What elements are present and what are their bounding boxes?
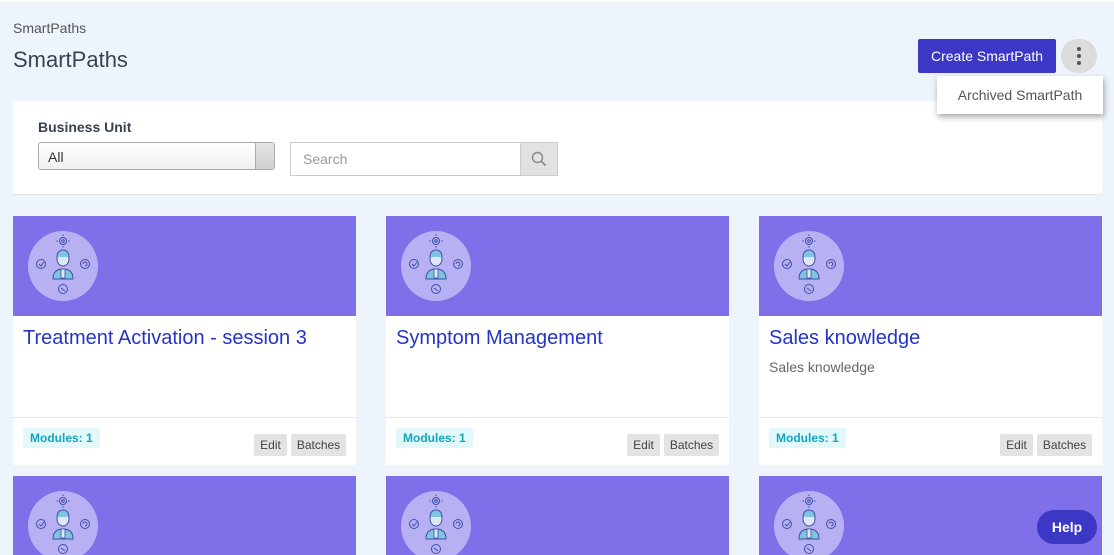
card-banner (13, 216, 356, 316)
more-options-menu: Archived SmartPath (937, 76, 1103, 114)
card-title[interactable]: Symptom Management (396, 327, 603, 350)
select-arrow-icon (255, 143, 274, 169)
smartpath-avatar-icon (774, 231, 844, 301)
smartpath-card: Sales knowledge Sales knowledge Modules:… (759, 216, 1102, 465)
card-title[interactable]: Sales knowledge (769, 327, 920, 350)
edit-button[interactable]: Edit (627, 434, 660, 456)
edit-button[interactable]: Edit (254, 434, 287, 456)
card-banner (13, 476, 356, 555)
archived-smartpath-menu-item[interactable]: Archived SmartPath (958, 87, 1083, 103)
smartpath-avatar-icon (774, 491, 844, 555)
kebab-dot-icon (1077, 47, 1081, 51)
card-banner (759, 216, 1102, 316)
smartpath-card (386, 476, 729, 555)
breadcrumb: SmartPaths (13, 20, 87, 36)
card-footer: Modules: 1 Edit Batches (386, 417, 729, 465)
card-footer: Modules: 1 Edit Batches (759, 417, 1102, 465)
batches-button[interactable]: Batches (664, 434, 719, 456)
search-input[interactable] (290, 142, 520, 176)
smartpath-card: Symptom Management Modules: 1 Edit Batch… (386, 216, 729, 465)
card-banner (386, 216, 729, 316)
smartpath-avatar-icon (28, 231, 98, 301)
modules-badge: Modules: 1 (23, 428, 100, 448)
search-icon (531, 151, 547, 167)
smartpath-avatar-icon (401, 231, 471, 301)
smartpath-avatar-icon (28, 491, 98, 555)
modules-badge: Modules: 1 (769, 428, 846, 448)
card-footer: Modules: 1 Edit Batches (13, 417, 356, 465)
filter-panel: Business Unit All (13, 101, 1102, 195)
smartpath-card: Treatment Activation - session 3 Modules… (13, 216, 356, 465)
page-title: SmartPaths (13, 47, 128, 72)
search-box (290, 142, 558, 176)
modules-badge: Modules: 1 (396, 428, 473, 448)
batches-button[interactable]: Batches (1037, 434, 1092, 456)
kebab-dot-icon (1077, 54, 1081, 58)
kebab-dot-icon (1077, 61, 1081, 65)
business-unit-value: All (48, 149, 64, 165)
business-unit-label: Business Unit (38, 119, 132, 135)
batches-button[interactable]: Batches (291, 434, 346, 456)
search-button[interactable] (520, 142, 558, 176)
card-title[interactable]: Treatment Activation - session 3 (23, 327, 307, 350)
business-unit-select[interactable]: All (38, 142, 275, 170)
edit-button[interactable]: Edit (1000, 434, 1033, 456)
more-options-button[interactable] (1061, 39, 1097, 73)
create-smartpath-button[interactable]: Create SmartPath (918, 39, 1056, 73)
help-button[interactable]: Help (1037, 510, 1097, 544)
smartpath-avatar-icon (401, 491, 471, 555)
smartpath-card (13, 476, 356, 555)
card-description: Sales knowledge (769, 359, 875, 375)
card-banner (386, 476, 729, 555)
